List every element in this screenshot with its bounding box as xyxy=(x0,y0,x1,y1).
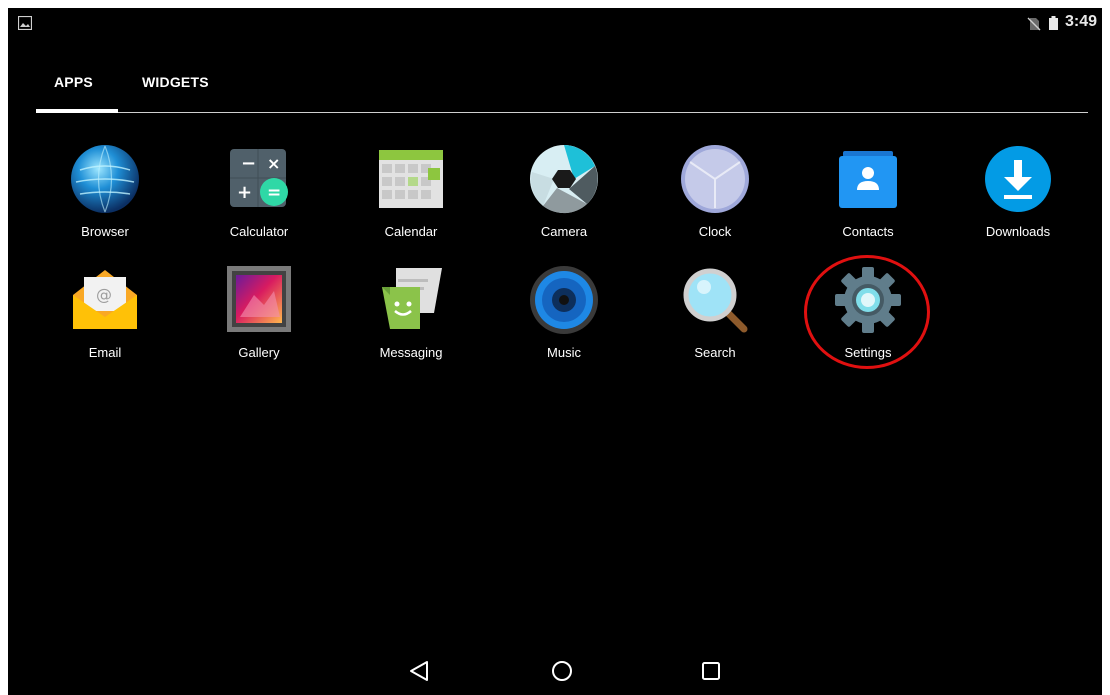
calculator-icon: − × + = xyxy=(230,149,288,207)
magnifier-icon xyxy=(683,268,748,333)
app-label: Downloads xyxy=(985,224,1051,239)
app-clock[interactable]: Clock xyxy=(650,144,780,256)
gallery-icon xyxy=(227,266,291,332)
app-label: Browser xyxy=(81,224,129,239)
svg-text:+: + xyxy=(237,182,252,203)
app-messaging[interactable]: Messaging xyxy=(346,265,476,377)
app-browser[interactable]: Browser xyxy=(40,144,170,256)
app-gallery[interactable]: Gallery xyxy=(194,265,324,377)
app-music[interactable]: Music xyxy=(499,265,629,377)
calendar-icon xyxy=(379,150,443,208)
status-time: 3:49 xyxy=(1065,13,1098,30)
svg-text:×: × xyxy=(267,154,280,173)
app-label: Gallery xyxy=(238,345,280,360)
tab-divider xyxy=(36,112,1088,113)
status-bar: 3:49 xyxy=(8,8,1102,42)
app-label: Music xyxy=(547,345,581,360)
messaging-icon xyxy=(382,268,442,329)
app-label: Search xyxy=(694,345,736,360)
svg-text:@: @ xyxy=(96,285,112,304)
app-calendar[interactable]: Calendar xyxy=(346,144,476,256)
app-label: Contacts xyxy=(842,224,894,239)
app-label: Clock xyxy=(698,224,732,239)
no-sim-icon xyxy=(1027,17,1041,31)
back-icon[interactable] xyxy=(408,660,430,682)
svg-text:=: = xyxy=(267,183,281,203)
app-camera[interactable]: Camera xyxy=(499,144,629,256)
svg-text:−: − xyxy=(241,153,256,174)
globe-icon xyxy=(71,145,139,213)
drawer-tabs: APPS WIDGETS xyxy=(36,68,1088,114)
app-label: Settings xyxy=(844,345,892,360)
app-label: Calendar xyxy=(384,224,438,239)
app-settings[interactable]: Settings xyxy=(803,265,933,377)
app-search[interactable]: Search xyxy=(650,265,780,377)
download-icon xyxy=(985,146,1051,212)
home-icon[interactable] xyxy=(551,660,573,682)
app-email[interactable]: @ Email xyxy=(40,265,170,377)
app-drawer-screen: 3:49 APPS WIDGETS Browser − × + = Calcul… xyxy=(8,8,1102,695)
battery-icon xyxy=(1049,16,1058,30)
app-contacts[interactable]: Contacts xyxy=(803,144,933,256)
speaker-icon xyxy=(530,266,598,334)
contacts-icon xyxy=(839,151,897,208)
tab-widgets[interactable]: WIDGETS xyxy=(142,74,209,90)
app-downloads[interactable]: Downloads xyxy=(953,144,1083,256)
picture-notification-icon xyxy=(18,16,32,30)
camera-aperture-icon xyxy=(530,145,598,214)
clock-icon xyxy=(681,145,749,213)
app-label: Camera xyxy=(540,224,588,239)
app-label: Calculator xyxy=(229,224,289,239)
envelope-icon: @ xyxy=(73,270,137,329)
gear-icon xyxy=(835,267,901,333)
app-calculator[interactable]: − × + = Calculator xyxy=(194,144,324,256)
tab-selected-indicator xyxy=(36,109,118,113)
app-label: Email xyxy=(88,345,122,360)
tab-apps[interactable]: APPS xyxy=(54,74,93,90)
recents-icon[interactable] xyxy=(700,660,722,682)
app-label: Messaging xyxy=(379,345,443,360)
